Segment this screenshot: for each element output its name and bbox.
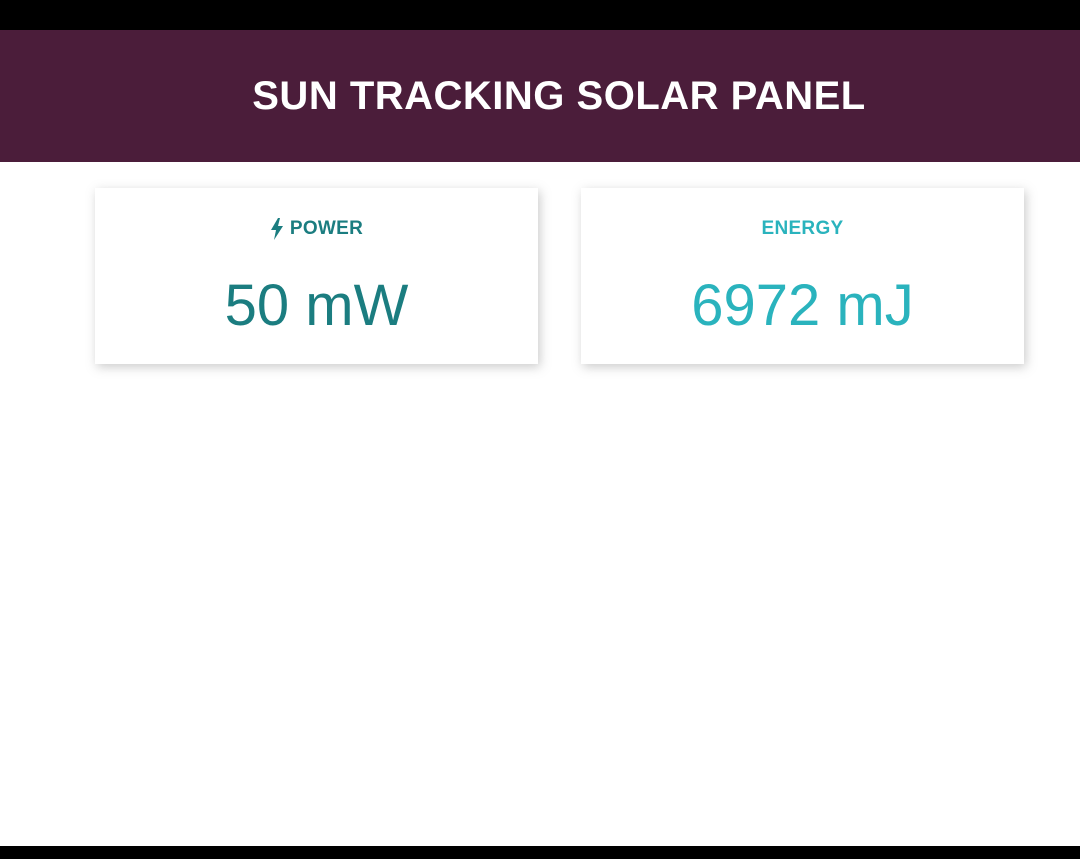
- power-label: POWER: [289, 218, 364, 239]
- top-nav: SUN TRACKING SOLAR PANEL: [0, 30, 1080, 162]
- energy-value: 6972 mJ: [691, 273, 914, 338]
- energy-label: ENERGY: [761, 218, 844, 239]
- power-card: POWER 50 mW: [95, 188, 538, 364]
- power-card-title: POWER: [95, 218, 538, 240]
- page-title: SUN TRACKING SOLAR PANEL: [252, 73, 866, 118]
- bottom-letterbox: [0, 846, 1080, 859]
- power-value: 50 mW: [224, 273, 409, 338]
- dashboard-screen: SUN TRACKING SOLAR PANEL POWER 50 mW ENE…: [0, 30, 1080, 846]
- bolt-icon: [270, 218, 283, 240]
- energy-card-title: ENERGY: [581, 218, 1024, 240]
- top-letterbox: [0, 0, 1080, 30]
- energy-card: ENERGY 6972 mJ: [581, 188, 1024, 364]
